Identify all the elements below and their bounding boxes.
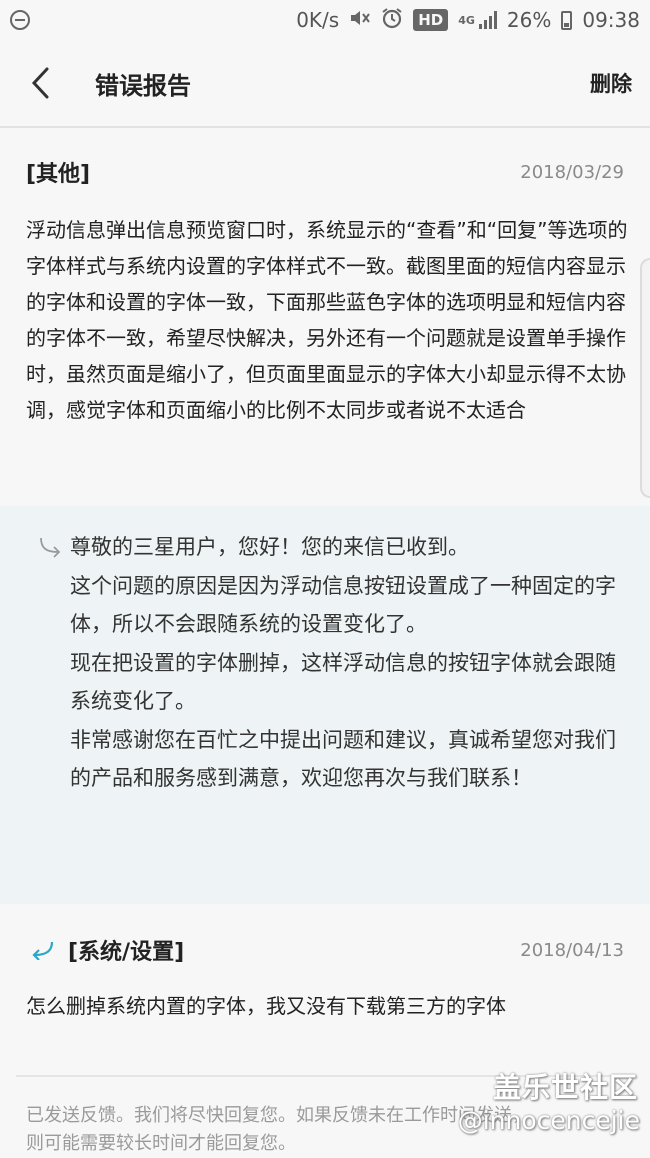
report-category: [其他] [26,162,91,187]
battery-icon [561,10,573,30]
status-left [10,10,30,30]
reply-body: 尊敬的三星用户，您好！您的来信已收到。 这个问题的原因是因为浮动信息按钮设置成了… [70,528,620,798]
back-button[interactable] [0,40,80,126]
report-header: [系统/设置] 2018/04/13 [30,934,624,966]
status-right: 0K/s HD 4G 26% 09:38 [296,7,640,34]
report-item: [其他] 2018/03/29 浮动信息弹出信息预览窗口时，系统显示的“查看”和… [0,128,650,506]
clock: 09:38 [582,8,640,32]
alarm-icon [381,7,403,34]
network-type: 4G [458,13,475,27]
hd-badge: HD [413,9,449,31]
network-speed: 0K/s [296,8,340,32]
reply-paragraph: 现在把设置的字体删掉，这样浮动信息的按钮字体就会跟随系统变化了。 [70,650,616,714]
reply-paragraph: 这个问题的原因是因为浮动信息按钮设置成了一种固定的字体，所以不会跟随系统的设置变… [70,573,616,637]
delete-button[interactable]: 删除 [590,68,632,98]
report-header-left: [系统/设置] [30,934,184,966]
report-header: [其他] 2018/03/29 [26,156,624,188]
report-date: 2018/04/13 [520,939,624,961]
report-body: 浮动信息弹出信息预览窗口时，系统显示的“查看”和“回复”等选项的字体样式与系统内… [26,218,628,422]
battery-percent: 26% [506,8,552,32]
app-bar: 错误报告 删除 [0,40,650,126]
replied-arrow-icon [32,941,54,960]
report-date: 2018/03/29 [520,161,624,183]
scroll-handle[interactable] [640,258,650,498]
reply-paragraph: 尊敬的三星用户，您好！您的来信已收到。 [70,535,469,559]
report-category: [系统/设置] [68,940,185,965]
status-bar: 0K/s HD 4G 26% 09:38 [0,0,650,40]
mute-icon [349,8,371,33]
reply-arrow-icon [40,537,61,558]
chevron-left-icon [31,67,49,99]
page-title: 错误报告 [95,71,191,100]
reply-item: 尊敬的三星用户，您好！您的来信已收到。 这个问题的原因是因为浮动信息按钮设置成了… [0,506,650,904]
report-body: 怎么删掉系统内置的字体，我又没有下载第三方的字体 [26,994,506,1018]
watermark-site: 盖乐世社区 [492,1071,638,1104]
report-item: [系统/设置] 2018/04/13 怎么删掉系统内置的字体，我又没有下载第三方… [0,904,650,1074]
signal-icon [478,11,497,29]
reply-paragraph: 非常感谢您在百忙之中提出问题和建议，真诚希望您对我们的产品和服务感到满意，欢迎您… [70,727,616,791]
watermark-user: @innocencejie [457,1106,640,1135]
do-not-disturb-icon [10,10,30,30]
